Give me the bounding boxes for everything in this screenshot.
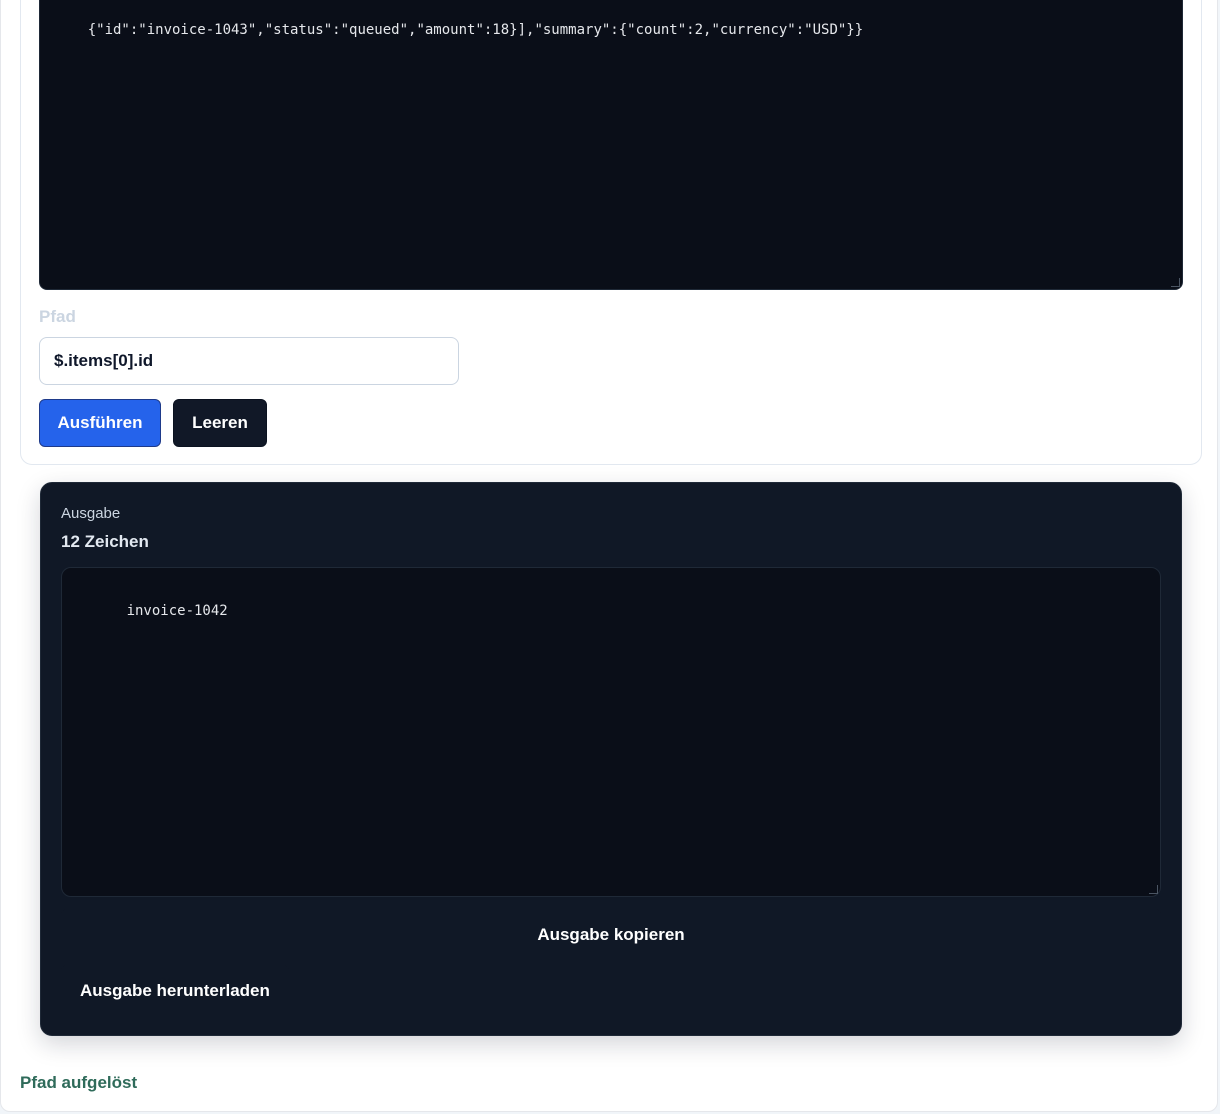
resize-grip-icon[interactable]: [1149, 885, 1158, 894]
status-message: Pfad aufgelöst: [20, 1073, 138, 1092]
output-panel: Ausgabe 12 Zeichen invoice-1042 Ausgabe …: [40, 482, 1182, 1036]
copy-output-button[interactable]: Ausgabe kopieren: [61, 909, 1161, 961]
run-button[interactable]: Ausführen: [39, 399, 161, 447]
output-textarea[interactable]: invoice-1042: [61, 567, 1161, 897]
json-input-textarea[interactable]: {"id":"invoice-1043","status":"queued","…: [39, 0, 1183, 290]
page-container: {"id":"invoice-1043","status":"queued","…: [0, 0, 1218, 1112]
output-label: Ausgabe: [61, 505, 121, 522]
resize-grip-icon[interactable]: [1171, 278, 1180, 287]
output-char-count: 12 Zeichen: [61, 532, 149, 551]
path-input[interactable]: [39, 337, 459, 385]
json-input-text: {"id":"invoice-1043","status":"queued","…: [87, 22, 864, 38]
download-output-button[interactable]: Ausgabe herunterladen: [61, 965, 289, 1017]
path-label: Pfad: [39, 307, 76, 326]
clear-button[interactable]: Leeren: [173, 399, 267, 447]
output-text: invoice-1042: [126, 603, 228, 619]
